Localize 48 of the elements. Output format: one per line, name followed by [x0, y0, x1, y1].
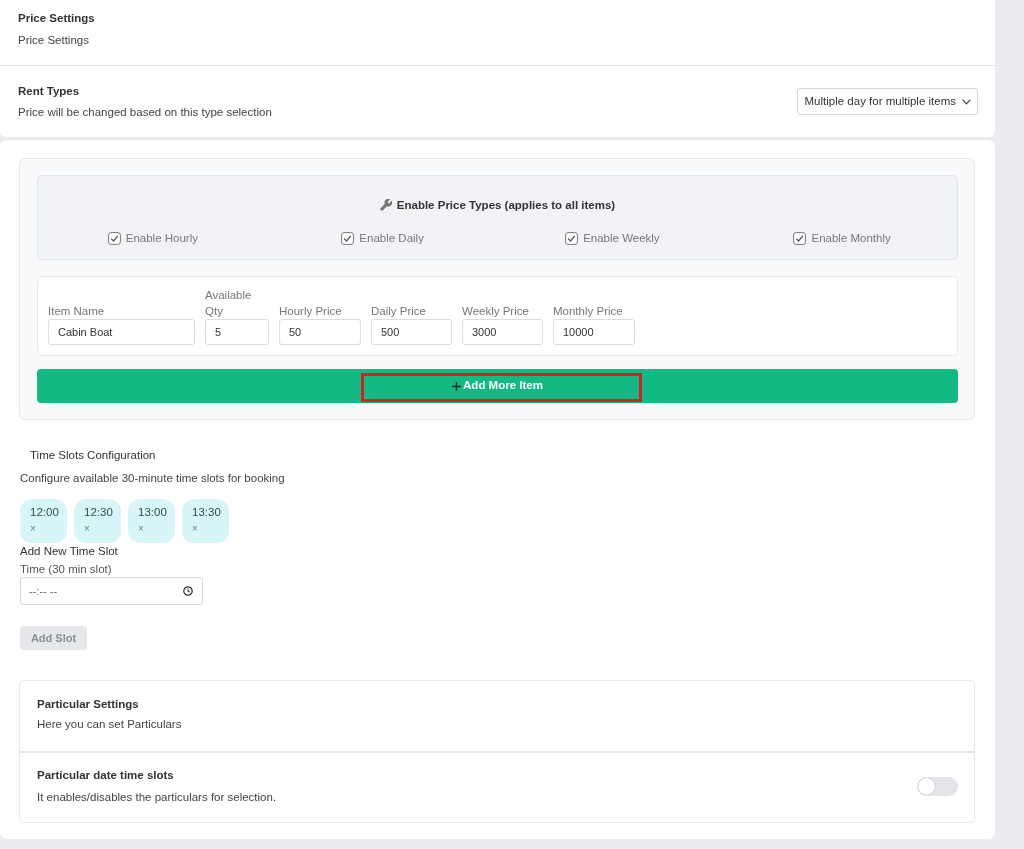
text-input[interactable]: 50: [279, 319, 361, 345]
toggle-switch[interactable]: [917, 776, 958, 796]
section-subtitle: Price Settings: [18, 33, 89, 48]
checkbox[interactable]: [793, 231, 807, 245]
text-input[interactable]: 3000: [462, 319, 543, 345]
text-input[interactable]: 10000: [553, 319, 635, 345]
checkbox[interactable]: [341, 231, 355, 245]
remove-button[interactable]: ×: [192, 522, 198, 536]
form-heading: Add New Time Slot: [20, 544, 118, 559]
wrench-icon: [379, 199, 392, 211]
section-title: Enable Price Types (applies to all items): [396, 198, 616, 213]
time-input-field[interactable]: --:-- --: [20, 577, 203, 605]
plus-icon: [452, 381, 462, 391]
text-input[interactable]: 5: [205, 319, 269, 345]
time-slot-label: 12:00: [30, 505, 59, 520]
remove-button[interactable]: ×: [84, 522, 90, 536]
field-label: Daily Price: [371, 304, 426, 319]
section-title: Price Settings: [18, 11, 95, 26]
section-title: Rent Types: [18, 84, 80, 99]
section-title: Time Slots Configuration: [30, 448, 156, 463]
text-input[interactable]: 500: [371, 319, 452, 345]
checkbox[interactable]: [107, 231, 121, 245]
section-description: Here you can set Particulars: [37, 717, 182, 732]
checkbox-label: Enable Hourly: [125, 231, 198, 246]
remove-button[interactable]: ×: [138, 522, 144, 536]
checkbox-label: Enable Daily: [359, 231, 424, 246]
time-slot-label: 12:30: [84, 505, 113, 520]
field-label: Monthly Price: [553, 304, 623, 319]
section-description: Price will be changed based on this type selection: [18, 105, 272, 120]
field-label: Available Qty: [205, 288, 253, 319]
field-label: Item Name: [48, 304, 105, 319]
remove-button[interactable]: ×: [30, 522, 36, 536]
rent-type-select[interactable]: Multiple day for multiple items: [796, 88, 978, 115]
field-label: Weekly Price: [462, 304, 529, 319]
section-description: Configure available 30-minute time slots for booking: [20, 471, 285, 486]
clock-icon: [183, 586, 193, 596]
field-label: Time (30 min slot): [20, 562, 112, 577]
chevron-down-icon: [962, 98, 971, 105]
field-label: Hourly Price: [279, 304, 342, 319]
checkbox-label: Enable Monthly: [811, 231, 891, 246]
setting-description: It enables/disables the particulars for selection.: [37, 790, 277, 805]
section-title: Particular Settings: [37, 697, 139, 712]
time-slot-label: 13:00: [138, 505, 167, 520]
setting-title: Particular date time slots: [37, 768, 174, 783]
time-slot-label: 13:30: [192, 505, 221, 520]
checkbox-label: Enable Weekly: [583, 231, 660, 246]
text-input[interactable]: Cabin Boat: [48, 319, 195, 345]
checkbox[interactable]: [565, 231, 579, 245]
